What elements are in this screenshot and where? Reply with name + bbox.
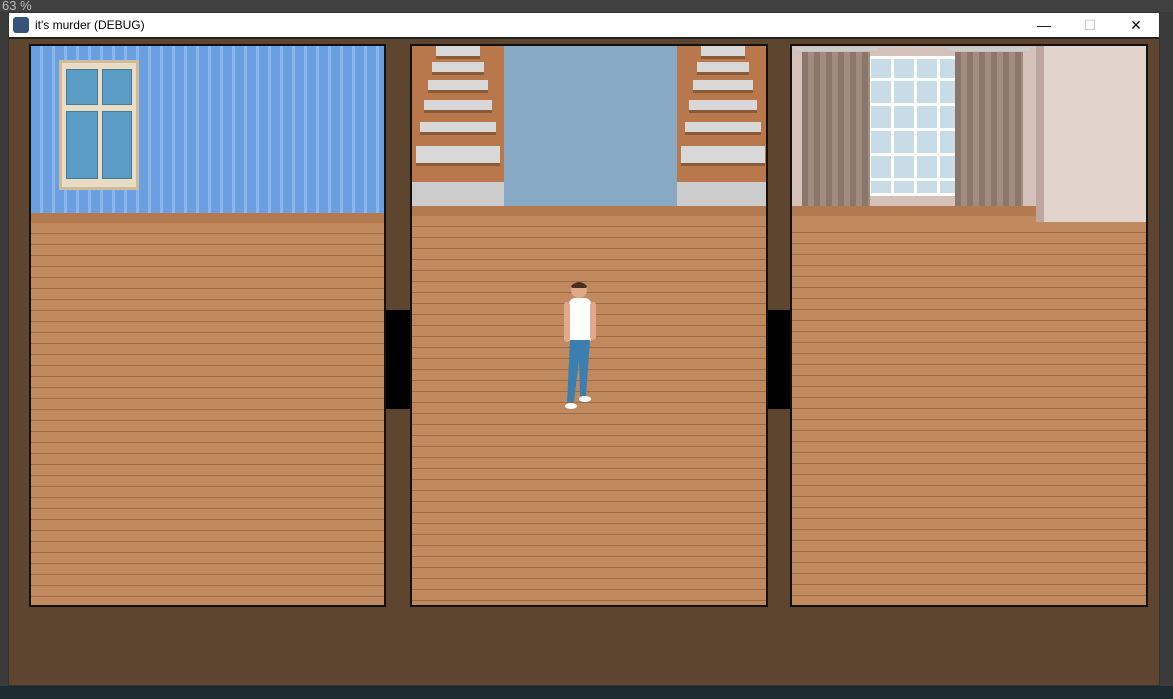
player-character[interactable] (552, 278, 602, 418)
window-icon (59, 60, 139, 190)
maximize-button[interactable]: ☐ (1067, 13, 1113, 37)
editor-background: 63 % (0, 0, 1173, 12)
godot-icon (13, 17, 29, 33)
doorway-right[interactable] (768, 310, 790, 409)
close-button[interactable]: ✕ (1113, 13, 1159, 37)
room-curtains (790, 44, 1148, 607)
game-window: it's murder (DEBUG) — ☐ ✕ (8, 12, 1160, 686)
staircase-left (412, 46, 504, 207)
wood-floor (792, 222, 1146, 605)
room-hallway (410, 44, 768, 607)
window-title: it's murder (DEBUG) (35, 18, 145, 32)
hallway-wall (504, 46, 677, 206)
curtain-left (802, 52, 870, 212)
room-blue (29, 44, 386, 607)
title-bar[interactable]: it's murder (DEBUG) — ☐ ✕ (9, 13, 1159, 39)
wall-alcove (1036, 46, 1146, 222)
minimize-button[interactable]: — (1021, 13, 1067, 37)
taskbar-background (0, 686, 1173, 699)
staircase-right (677, 46, 766, 207)
doorway-left[interactable] (386, 310, 411, 409)
wood-floor (31, 223, 384, 605)
curtain-right (955, 52, 1023, 212)
